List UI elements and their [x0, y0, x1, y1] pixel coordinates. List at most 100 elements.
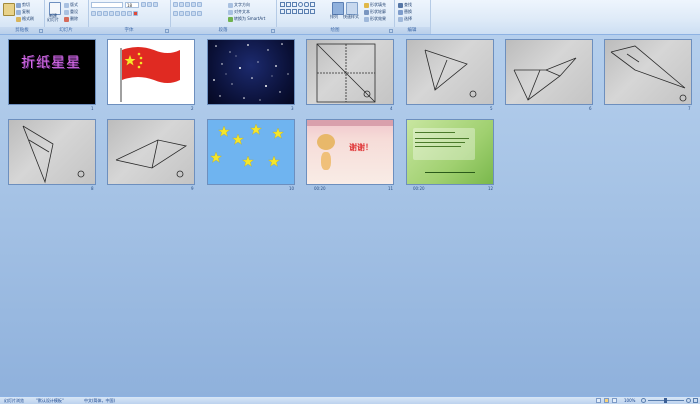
delete-icon	[64, 16, 69, 22]
fold-diagram	[424, 49, 477, 98]
slide-sorter-pane[interactable]: 折纸星星 1 2 3 4 5 6 7 8 9 10 谢谢！ 00:20 11 0…	[0, 35, 700, 396]
format-painter-button[interactable]: 格式刷	[16, 16, 34, 22]
select-button[interactable]: 选择	[398, 16, 412, 22]
char-spacing-icon[interactable]	[121, 11, 126, 16]
new-slide-button[interactable]: 新建 幻灯片	[47, 14, 59, 22]
zoom-in-icon[interactable]	[686, 398, 691, 403]
paragraph-dialog-launcher-icon[interactable]	[271, 29, 275, 33]
brace-shape-icon[interactable]	[298, 9, 303, 14]
increase-indent-icon[interactable]	[191, 2, 196, 7]
slide-thumbnail-7[interactable]	[604, 39, 692, 105]
paste-icon[interactable]	[3, 3, 15, 16]
grow-font-icon[interactable]	[141, 2, 146, 7]
slide-number: 6	[589, 106, 592, 111]
change-case-icon[interactable]	[127, 11, 132, 16]
underline-icon[interactable]	[103, 11, 108, 16]
shadow-icon[interactable]	[115, 11, 120, 16]
slide-thumbnail-10[interactable]	[207, 119, 295, 185]
fit-window-icon[interactable]	[693, 398, 698, 403]
arrow-shape-icon[interactable]	[286, 2, 291, 7]
slide-number: 8	[91, 186, 94, 191]
info-line	[415, 146, 461, 147]
normal-view-icon[interactable]	[596, 398, 601, 403]
font-name-field[interactable]	[91, 2, 123, 8]
layout-icon	[64, 2, 69, 8]
stars-image	[210, 123, 284, 167]
align-right-icon[interactable]	[185, 11, 190, 16]
drawing-group-label: 绘图	[276, 27, 394, 34]
text-direction-button[interactable]: 文字方向	[228, 2, 250, 8]
layout-button[interactable]: 版式	[64, 2, 78, 8]
slide-thumbnail-2[interactable]	[107, 39, 195, 105]
delete-button[interactable]: 删除	[64, 16, 78, 22]
slide-number: 2	[191, 106, 194, 111]
block-arrow-shape-icon[interactable]	[304, 9, 309, 14]
slide-thumbnail-4[interactable]	[306, 39, 394, 105]
smartart-button[interactable]: 转换为 SmartArt	[228, 16, 265, 22]
font-color-icon[interactable]	[133, 11, 138, 16]
oval-shape-icon[interactable]	[298, 2, 303, 7]
numbering-icon[interactable]	[179, 2, 184, 7]
shape-fill-button[interactable]: 形状填充	[364, 2, 386, 8]
bullets-icon[interactable]	[173, 2, 178, 7]
clear-format-icon[interactable]	[153, 2, 158, 7]
justify-icon[interactable]	[191, 11, 196, 16]
drawing-dialog-launcher-icon[interactable]	[389, 29, 393, 33]
line-shape-icon[interactable]	[280, 2, 285, 7]
fold-diagram	[610, 45, 687, 102]
callout-shape-icon[interactable]	[286, 9, 291, 14]
arrange-button[interactable]: 排列	[330, 14, 338, 20]
zoom-slider-thumb[interactable]	[664, 398, 667, 403]
rectangle-shape-icon[interactable]	[292, 2, 297, 7]
align-center-icon[interactable]	[179, 11, 184, 16]
slide-thumbnail-6[interactable]	[505, 39, 593, 105]
slide-thumbnail-9[interactable]	[107, 119, 195, 185]
slideshow-view-icon[interactable]	[612, 398, 617, 403]
line-spacing-icon[interactable]	[197, 2, 202, 7]
bold-icon[interactable]	[91, 11, 96, 16]
slide-number: 12	[488, 186, 494, 191]
slide-sorter-view-icon[interactable]	[604, 398, 609, 403]
shrink-font-icon[interactable]	[147, 2, 152, 7]
slide-thumbnail-11[interactable]: 谢谢！	[306, 119, 394, 185]
slide-thumbnail-8[interactable]	[8, 119, 96, 185]
reset-button[interactable]: 重设	[64, 9, 78, 15]
font-group: 18 字体	[88, 0, 171, 34]
slide-number: 7	[688, 106, 691, 111]
copy-button[interactable]: 复制	[16, 9, 30, 15]
info-line	[415, 132, 455, 133]
slide-thumbnail-5[interactable]	[406, 39, 494, 105]
star-shape-icon[interactable]	[292, 9, 297, 14]
font-dialog-launcher-icon[interactable]	[165, 29, 169, 33]
replace-button[interactable]: 替换	[398, 9, 412, 15]
thanks-banner	[307, 120, 393, 126]
brush-icon	[16, 16, 21, 22]
textbox-shape-icon[interactable]	[280, 9, 285, 14]
zoom-out-icon[interactable]	[641, 398, 646, 403]
strikethrough-icon[interactable]	[109, 11, 114, 16]
triangle-shape-icon[interactable]	[310, 2, 315, 7]
shape-effects-button[interactable]: 形状效果	[364, 16, 386, 22]
dialog-launcher-icon[interactable]	[39, 29, 43, 33]
slide-thumbnail-1[interactable]: 折纸星星	[8, 39, 96, 105]
cut-button[interactable]: 剪切	[16, 2, 30, 8]
scissors-icon	[16, 2, 21, 8]
align-left-icon[interactable]	[173, 11, 178, 16]
quick-styles-button[interactable]: 快速样式	[343, 14, 359, 20]
rounded-rect-shape-icon[interactable]	[304, 2, 309, 7]
drawing-group: 排列 快速样式 形状填充 形状轮廓 形状效果 绘图	[276, 0, 395, 34]
smartart-icon	[228, 16, 233, 22]
slide-thumbnail-3[interactable]	[207, 39, 295, 105]
thanks-text: 谢谢！	[349, 143, 373, 152]
more-shapes-icon[interactable]	[310, 9, 315, 14]
shape-outline-button[interactable]: 形状轮廓	[364, 9, 386, 15]
font-size-field[interactable]: 18	[125, 2, 139, 8]
columns-icon[interactable]	[197, 11, 202, 16]
balloon-illustration	[321, 152, 331, 170]
slide-number: 11	[388, 186, 394, 191]
find-button[interactable]: 查找	[398, 2, 412, 8]
slide-thumbnail-12[interactable]	[406, 119, 494, 185]
decrease-indent-icon[interactable]	[185, 2, 190, 7]
align-text-button[interactable]: 对齐文本	[228, 9, 250, 15]
italic-icon[interactable]	[97, 11, 102, 16]
